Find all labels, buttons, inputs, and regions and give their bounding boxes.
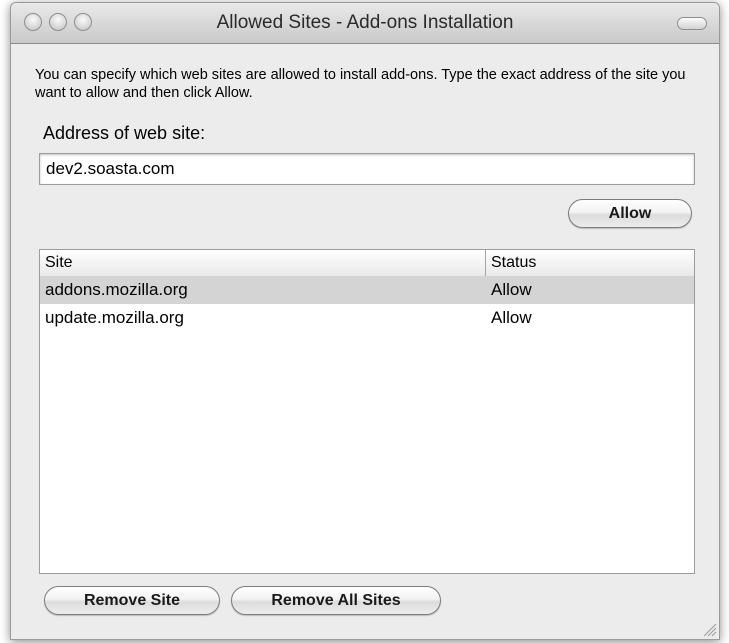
column-header-status[interactable]: Status — [486, 250, 694, 276]
allowed-sites-window: Allowed Sites - Add-ons Installation You… — [10, 2, 720, 640]
toolbar-toggle-icon[interactable] — [677, 17, 707, 30]
row-status: Allow — [491, 280, 532, 299]
title-bar[interactable]: Allowed Sites - Add-ons Installation — [11, 3, 719, 44]
column-header-site[interactable]: Site — [40, 250, 486, 276]
remove-all-sites-button[interactable]: Remove All Sites — [231, 586, 441, 615]
address-label: Address of web site: — [43, 123, 206, 143]
row-status: Allow — [491, 308, 532, 327]
description-text: You can specify which web sites are allo… — [35, 67, 686, 101]
address-input[interactable] — [39, 153, 695, 185]
resize-grip-icon[interactable] — [701, 621, 717, 637]
allow-button[interactable]: Allow — [568, 199, 692, 228]
sites-table[interactable]: Site Status addons.mozilla.org Allow upd… — [39, 249, 695, 574]
row-site: update.mozilla.org — [45, 308, 184, 327]
row-site: addons.mozilla.org — [45, 280, 188, 299]
remove-site-button[interactable]: Remove Site — [44, 586, 220, 615]
window-title: Allowed Sites - Add-ons Installation — [216, 12, 514, 33]
table-header: Site Status — [40, 250, 694, 277]
table-row[interactable]: update.mozilla.org Allow — [40, 304, 694, 332]
table-row[interactable]: addons.mozilla.org Allow — [40, 276, 694, 304]
